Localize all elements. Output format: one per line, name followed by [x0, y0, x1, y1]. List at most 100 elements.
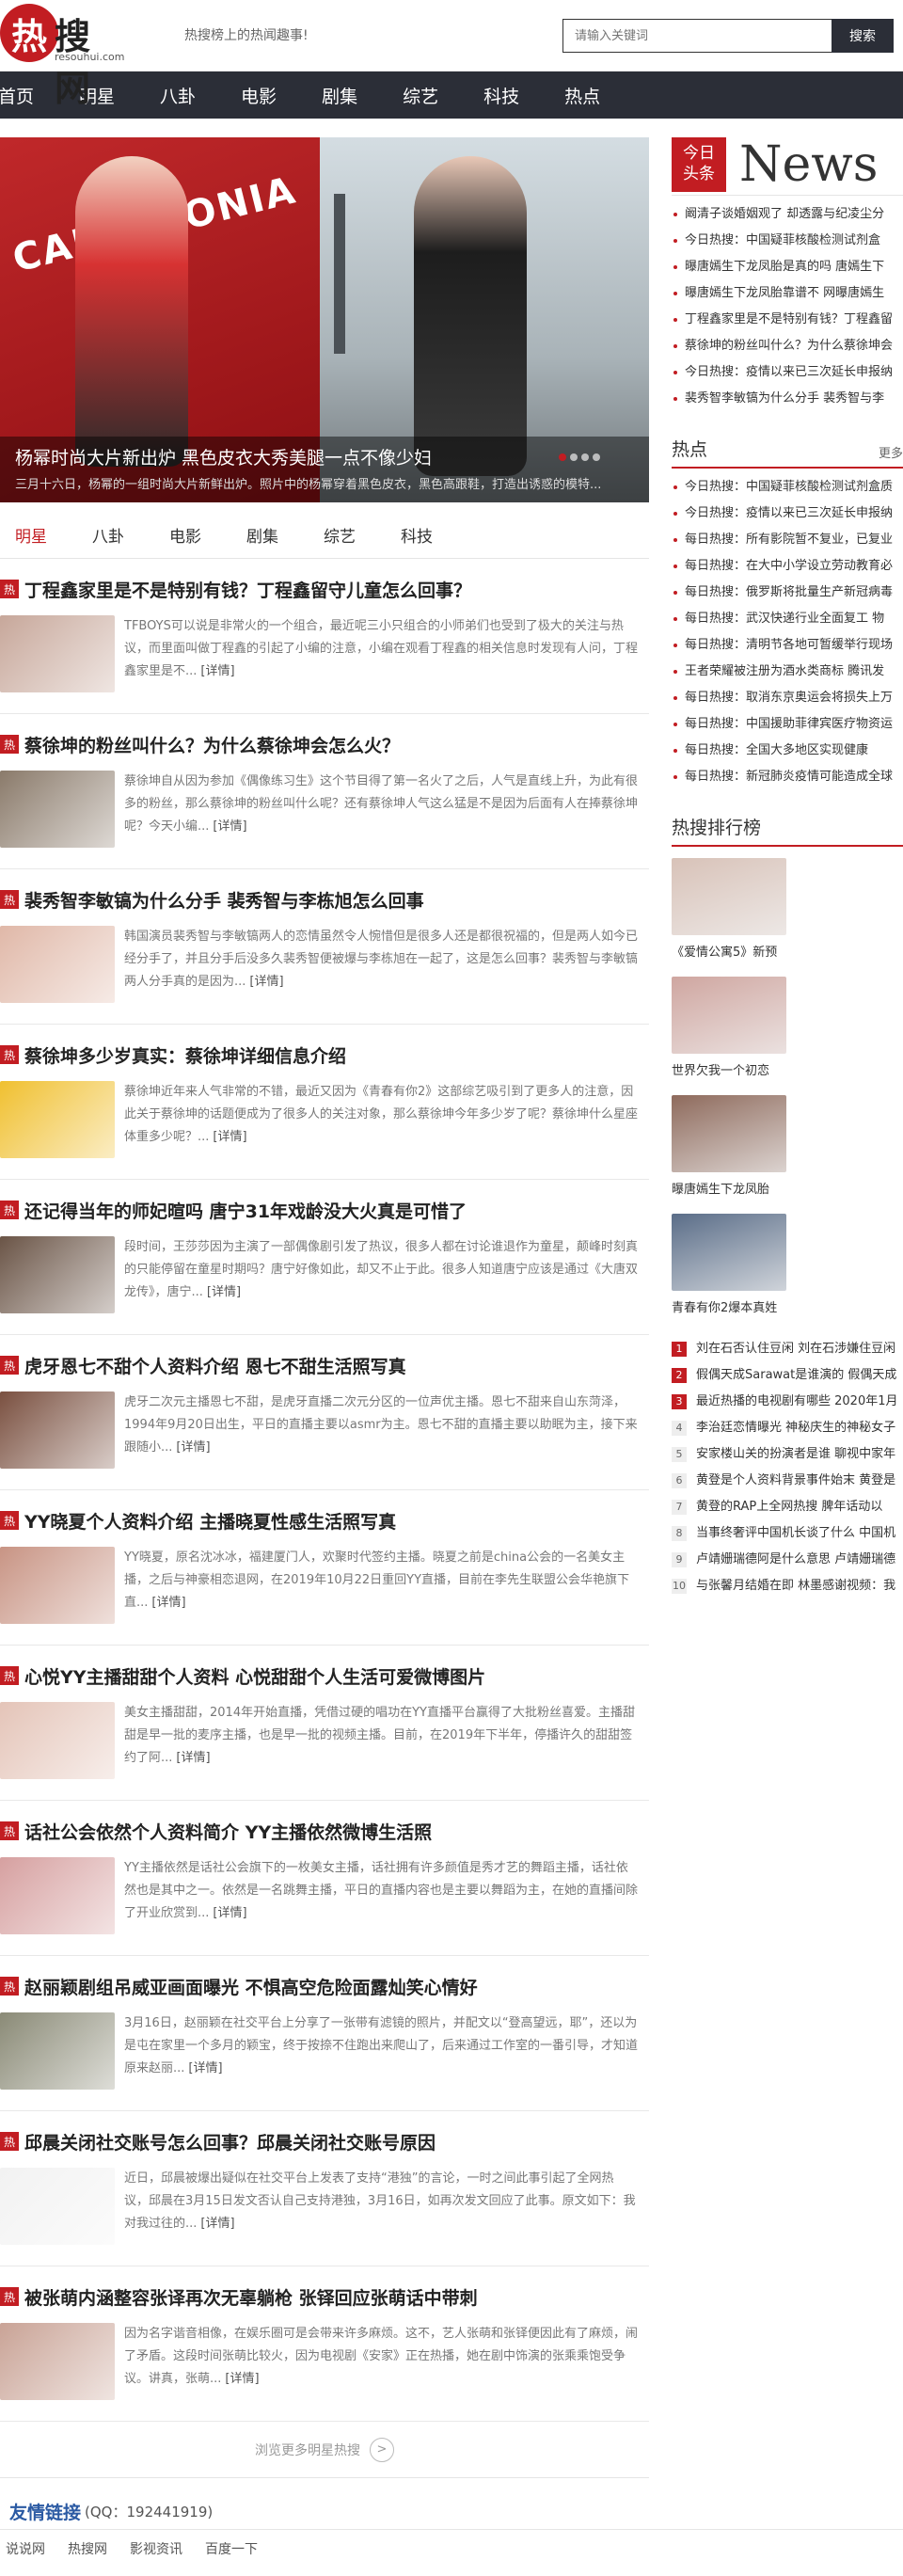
tab-movies[interactable]: 电影 — [169, 523, 201, 547]
article-detail-link[interactable]: [详情] — [176, 1440, 210, 1455]
rank-item[interactable]: 4 李治廷恋情曝光 神秘庆生的神秘女子 — [672, 1415, 903, 1441]
article-thumbnail[interactable] — [0, 1391, 115, 1469]
article-detail-link[interactable]: [详情] — [213, 819, 246, 834]
article-thumbnail[interactable] — [0, 615, 115, 692]
article-detail-link[interactable]: [详情] — [213, 1130, 246, 1144]
rank-picture-card[interactable]: 曝唐嫣生下龙凤胎 — [672, 1095, 786, 1210]
article-detail-link[interactable]: [详情] — [151, 1596, 185, 1610]
article-title[interactable]: 被张萌内涵整容张译再次无辜躺枪 张铎回应张萌话中带刺 — [24, 2284, 478, 2310]
news-link[interactable]: 今日热搜：疫情以来已三次延长申报纳 — [672, 359, 903, 386]
search-input[interactable] — [562, 19, 832, 53]
rank-picture-card[interactable]: 世界欠我一个初恋 — [672, 977, 786, 1091]
hot-more-link[interactable]: 更多 — [879, 443, 903, 461]
tab-tech[interactable]: 科技 — [401, 523, 433, 547]
news-link[interactable]: 曝唐嫣生下龙凤胎靠谱不 网曝唐嫣生 — [672, 280, 903, 307]
rank-item[interactable]: 9 卢靖姗瑞德阿是什么意思 卢靖姗瑞德 — [672, 1547, 903, 1573]
hot-link[interactable]: 今日热搜：疫情以来已三次延长申报纳 — [672, 501, 903, 527]
hot-link[interactable]: 每日热搜：武汉快递行业全面复工 物 — [672, 606, 903, 632]
rank-item[interactable]: 2 假偶天成Sarawat是谁演的 假偶天成 — [672, 1362, 903, 1389]
slide-dot[interactable] — [570, 453, 578, 461]
links-title: 友情链接 — [9, 2502, 82, 2523]
article-detail-link[interactable]: [详情] — [200, 664, 234, 678]
load-more[interactable]: 浏览更多明星热搜 > — [0, 2422, 649, 2478]
friend-link[interactable]: 影视资讯 — [130, 2539, 182, 2558]
article-thumbnail[interactable] — [0, 1702, 115, 1779]
hot-link[interactable]: 每日热搜：中国援助菲律宾医疗物资运 — [672, 711, 903, 738]
article-thumbnail[interactable] — [0, 926, 115, 1003]
nav-item-tech[interactable]: 科技 — [483, 83, 519, 108]
hot-link[interactable]: 每日热搜：新冠肺炎疫情可能造成全球 — [672, 764, 903, 790]
article-detail-link[interactable]: [详情] — [188, 2061, 222, 2075]
article-title[interactable]: 裴秀智李敏镐为什么分手 裴秀智与李栋旭怎么回事 — [24, 887, 424, 913]
friend-link[interactable]: 百度一下 — [205, 2539, 258, 2558]
hot-link[interactable]: 每日热搜：取消东京奥运会将损失上万 — [672, 685, 903, 711]
nav-item-hot[interactable]: 热点 — [564, 83, 600, 108]
nav-item-gossip[interactable]: 八卦 — [160, 83, 196, 108]
article-thumbnail[interactable] — [0, 771, 115, 848]
news-link[interactable]: 曝唐嫣生下龙凤胎是真的吗 唐嫣生下 — [672, 254, 903, 280]
article-title[interactable]: 蔡徐坤的粉丝叫什么？为什么蔡徐坤会怎么火？ — [24, 732, 400, 757]
rank-picture-card[interactable]: 《爱情公寓5》新预 — [672, 858, 786, 973]
rank-item[interactable]: 1 刘在石否认住豆闲 刘在石涉嫌住豆闲 — [672, 1336, 903, 1362]
tab-gossip[interactable]: 八卦 — [92, 523, 124, 547]
rank-item[interactable]: 10 与张馨月结婚在即 林墨感谢视频：我 — [672, 1573, 903, 1599]
article-title[interactable]: 邱晨关闭社交账号怎么回事？邱晨关闭社交账号原因 — [24, 2129, 436, 2155]
rank-item[interactable]: 6 黄登是个人资料背景事件始末 黄登是 — [672, 1468, 903, 1494]
article-title[interactable]: 心悦YY主播甜甜个人资料 心悦甜甜个人生活可爱微博图片 — [24, 1663, 485, 1689]
hot-link[interactable]: 每日热搜：清明节各地可暂缓举行现场 — [672, 632, 903, 659]
article-detail-link[interactable]: [详情] — [213, 1906, 246, 1920]
article-title[interactable]: 虎牙恩七不甜个人资料介绍 恩七不甜生活照写真 — [24, 1353, 406, 1378]
slide-title[interactable]: 杨幂时尚大片新出炉 黑色皮衣大秀美腿一点不像少妇 — [15, 444, 432, 469]
article-thumbnail[interactable] — [0, 2168, 115, 2245]
rank-item[interactable]: 5 安家楼山关的扮演者是谁 聊视中家年 — [672, 1441, 903, 1468]
hot-link[interactable]: 每日热搜：俄罗斯将批量生产新冠病毒 — [672, 580, 903, 606]
news-link[interactable]: 阚清子谈婚姻观了 却透露与纪凌尘分 — [672, 201, 903, 228]
tab-variety[interactable]: 综艺 — [324, 523, 356, 547]
site-logo[interactable]: 热 搜网 resouhui.com — [0, 4, 124, 109]
hot-link[interactable]: 王者荣耀被注册为酒水类商标 腾讯发 — [672, 659, 903, 685]
article-detail-link[interactable]: [详情] — [200, 2217, 234, 2231]
rank-picture-card[interactable]: 青春有你2爆本真姓 — [672, 1214, 786, 1328]
news-link[interactable]: 丁程鑫家里是不是特别有钱？丁程鑫留 — [672, 307, 903, 333]
article-thumbnail[interactable] — [0, 2323, 115, 2400]
nav-item-movies[interactable]: 电影 — [241, 83, 277, 108]
hot-link[interactable]: 每日热搜：全国大多地区实现健康 — [672, 738, 903, 764]
article-thumbnail[interactable] — [0, 1857, 115, 1934]
article-detail-link[interactable]: [详情] — [176, 1751, 210, 1765]
article-detail-link[interactable]: [详情] — [249, 975, 283, 989]
search-button[interactable]: 搜索 — [832, 19, 894, 53]
tab-stars[interactable]: 明星 — [15, 523, 47, 547]
rank-item[interactable]: 8 当事终奢评中国机长谈了什么 中国机 — [672, 1520, 903, 1547]
tab-series[interactable]: 剧集 — [246, 523, 278, 547]
slide-dot[interactable] — [559, 453, 566, 461]
featured-slider[interactable]: CALZEDONIA 杨幂时尚大片新出炉 黑色皮衣大秀美腿一点不像少妇 三月十六… — [0, 137, 649, 502]
article-detail-link[interactable]: [详情] — [225, 2372, 259, 2386]
hot-link[interactable]: 今日热搜：中国疑菲核酸检测试剂盒质 — [672, 474, 903, 501]
rank-item[interactable]: 3 最近热播的电视剧有哪些 2020年1月 — [672, 1389, 903, 1415]
rank-number: 5 — [672, 1447, 687, 1462]
friend-link[interactable]: 热搜网 — [68, 2539, 107, 2558]
news-link[interactable]: 裴秀智李敏镐为什么分手 裴秀智与李 — [672, 386, 903, 412]
nav-item-series[interactable]: 剧集 — [322, 83, 357, 108]
article-thumbnail[interactable] — [0, 2012, 115, 2090]
article-title[interactable]: 丁程鑫家里是不是特别有钱？丁程鑫留守儿童怎么回事？ — [24, 577, 471, 602]
article-title[interactable]: 话社公会依然个人资料简介 YY主播依然微博生活照 — [24, 1819, 432, 1844]
news-link[interactable]: 今日热搜：中国疑菲核酸检测试剂盒 — [672, 228, 903, 254]
article-thumbnail[interactable] — [0, 1547, 115, 1624]
article-thumbnail[interactable] — [0, 1236, 115, 1313]
article-title[interactable]: 赵丽颖剧组吊威亚画面曝光 不惧高空危险面露灿笑心情好 — [24, 1974, 478, 1999]
rank-item[interactable]: 7 黄登的RAP上全网热搜 脾年话动以 — [672, 1494, 903, 1520]
slide-dot[interactable] — [581, 453, 589, 461]
news-link[interactable]: 蔡徐坤的粉丝叫什么？为什么蔡徐坤会 — [672, 333, 903, 359]
nav-item-home[interactable]: 首页 — [0, 83, 34, 108]
nav-item-variety[interactable]: 综艺 — [403, 83, 438, 108]
article-title[interactable]: 还记得当年的师妃暄吗 唐宁31年戏龄没大火真是可惜了 — [24, 1198, 467, 1223]
article-detail-link[interactable]: [详情] — [207, 1285, 241, 1299]
slide-dot[interactable] — [593, 453, 600, 461]
article-thumbnail[interactable] — [0, 1081, 115, 1158]
article-title[interactable]: 蔡徐坤多少岁真实：蔡徐坤详细信息介绍 — [24, 1042, 346, 1068]
hot-link[interactable]: 每日热搜：所有影院暂不复业，已复业 — [672, 527, 903, 553]
article-title[interactable]: YY晓夏个人资料介绍 主播晓夏性感生活照写真 — [24, 1508, 396, 1534]
hot-link[interactable]: 每日热搜：在大中小学设立劳动教育必 — [672, 553, 903, 580]
friend-link[interactable]: 说说网 — [6, 2539, 45, 2558]
